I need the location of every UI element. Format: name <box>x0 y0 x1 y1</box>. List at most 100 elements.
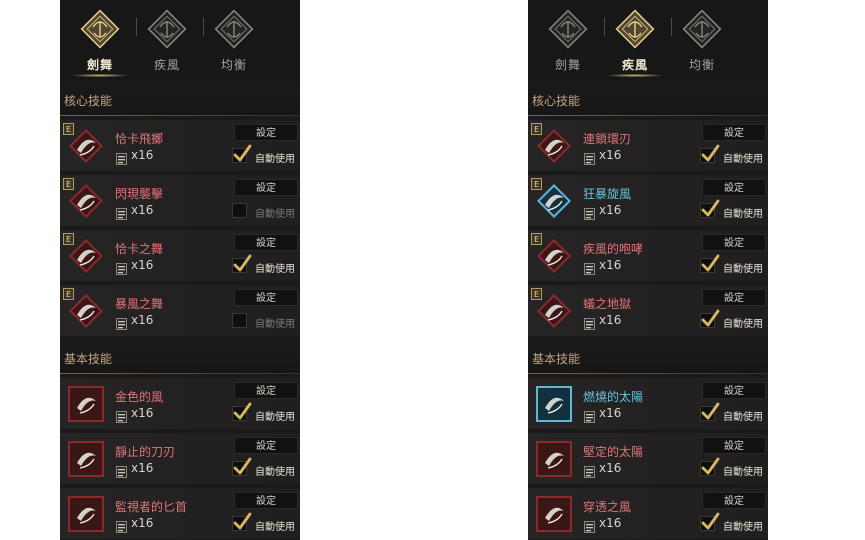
tab-gale[interactable]: 疾風 <box>137 4 197 78</box>
steadfast-sun-icon <box>534 439 574 479</box>
skill-row[interactable]: E 狂暴旋風 x16 設定 自動使用 <box>528 175 768 226</box>
count-value: x16 <box>599 313 622 327</box>
burning-sun-icon <box>534 384 574 424</box>
count-value: x16 <box>131 461 154 475</box>
auto-use-label: 自動使用 <box>255 264 295 275</box>
tab-gale[interactable]: 疾風 <box>605 4 665 78</box>
auto-use-label: 自動使用 <box>723 412 763 423</box>
skill-panel-right: 劍舞 疾風 均衡 核心技能 E 連鎖環刃 x16 設定 自動使用 E 狂暴旋風 x16 設定 自動使用 E 疾… <box>528 0 768 540</box>
auto-use-checkbox[interactable] <box>700 512 720 531</box>
scroll-icon <box>116 205 127 220</box>
scroll-icon <box>116 518 127 533</box>
auto-use-label: 自動使用 <box>255 319 295 330</box>
skill-row[interactable]: 燃燒的太陽 x16 設定 自動使用 <box>528 378 768 429</box>
settings-button[interactable]: 設定 <box>702 437 766 454</box>
auto-use-checkbox[interactable] <box>700 457 720 476</box>
settings-button[interactable]: 設定 <box>234 234 298 251</box>
settings-button[interactable]: 設定 <box>234 124 298 141</box>
scroll-icon <box>584 205 595 220</box>
tab-balance[interactable]: 均衡 <box>672 4 732 78</box>
count-value: x16 <box>131 313 154 327</box>
skill-row[interactable]: E 恰卡飛擲 x16 設定 自動使用 <box>60 120 300 171</box>
grade-badge: E <box>63 178 74 190</box>
grade-badge: E <box>63 288 74 300</box>
auto-use-checkbox[interactable] <box>700 199 720 218</box>
count-value: x16 <box>131 258 154 272</box>
auto-use-label: 自動使用 <box>255 522 295 533</box>
settings-button[interactable]: 設定 <box>702 124 766 141</box>
skill-row[interactable]: E 閃現襲擊 x16 設定 自動使用 <box>60 175 300 226</box>
count-value: x16 <box>131 406 154 420</box>
class-tab-bar: 劍舞 疾風 均衡 <box>528 0 768 82</box>
skill-row[interactable]: 監視者的匕首 x16 設定 自動使用 <box>60 488 300 539</box>
skill-row[interactable]: 堅定的太陽 x16 設定 自動使用 <box>528 433 768 484</box>
auto-use-checkbox[interactable] <box>232 313 247 328</box>
auto-use-label: 自動使用 <box>723 264 763 275</box>
basic-skills-header: 基本技能 <box>60 340 300 374</box>
tab-label: 疾風 <box>621 58 648 72</box>
grade-badge: E <box>531 178 542 190</box>
tab-sword-dance[interactable]: 劍舞 <box>70 4 130 78</box>
grade-badge: E <box>63 233 74 245</box>
settings-button[interactable]: 設定 <box>234 492 298 509</box>
auto-use-label: 自動使用 <box>723 154 763 165</box>
auto-use-checkbox[interactable] <box>232 402 252 421</box>
skill-row[interactable]: 金色的風 x16 設定 自動使用 <box>60 378 300 429</box>
tab-label: 均衡 <box>688 58 715 72</box>
class-tab-bar: 劍舞 疾風 均衡 <box>60 0 300 82</box>
tab-label: 均衡 <box>220 58 247 72</box>
skill-row[interactable]: E 連鎖環刃 x16 設定 自動使用 <box>528 120 768 171</box>
skill-name: 堅定的太陽 <box>583 445 644 459</box>
auto-use-checkbox[interactable] <box>232 457 252 476</box>
skill-panel-left: 劍舞 疾風 均衡 核心技能 E 恰卡飛擲 x16 設定 自動使用 E 閃現襲擊 x16 設定 自動使用 E 恰… <box>60 0 300 540</box>
scroll-icon <box>116 260 127 275</box>
auto-use-checkbox[interactable] <box>700 309 720 328</box>
tab-label: 劍舞 <box>554 58 581 72</box>
auto-use-checkbox[interactable] <box>232 203 247 218</box>
count-value: x16 <box>599 203 622 217</box>
golden-wind-icon <box>66 384 106 424</box>
settings-button[interactable]: 設定 <box>234 382 298 399</box>
skill-row[interactable]: E 疾風的咆哮 x16 設定自動使用 <box>528 230 768 281</box>
settings-button[interactable]: 設定 <box>234 179 298 196</box>
auto-use-checkbox[interactable] <box>232 512 252 531</box>
scroll-icon <box>116 408 127 423</box>
skill-row[interactable]: E 恰卡之舞 x16 設定 自動使用 <box>60 230 300 281</box>
auto-use-checkbox[interactable] <box>700 402 720 421</box>
skill-name: 疾風的咆哮 <box>583 242 644 256</box>
auto-use-checkbox[interactable] <box>700 144 720 163</box>
skill-row[interactable]: E 暴風之舞 x16 設定 自動使用 <box>60 285 300 336</box>
skill-row[interactable]: 穿透之風 x16 設定 自動使用 <box>528 488 768 539</box>
count-value: x16 <box>599 148 622 162</box>
auto-use-checkbox[interactable] <box>232 254 252 273</box>
count-value: x16 <box>599 258 622 272</box>
tab-balance[interactable]: 均衡 <box>204 4 264 78</box>
gale-emblem-icon <box>145 7 189 51</box>
skill-name: 閃現襲擊 <box>115 187 164 201</box>
auto-use-checkbox[interactable] <box>700 254 720 273</box>
settings-button[interactable]: 設定 <box>702 234 766 251</box>
settings-button[interactable]: 設定 <box>702 179 766 196</box>
auto-use-checkbox[interactable] <box>232 144 252 163</box>
auto-use-label: 自動使用 <box>723 467 763 478</box>
auto-use-label: 自動使用 <box>255 467 295 478</box>
settings-button[interactable]: 設定 <box>702 382 766 399</box>
auto-use-label: 自動使用 <box>723 209 763 220</box>
skill-name: 監視者的匕首 <box>115 500 188 514</box>
scroll-icon <box>584 518 595 533</box>
watcher-dagger-icon <box>66 494 106 534</box>
count-value: x16 <box>131 203 154 217</box>
skill-row[interactable]: 靜止的刀刃 x16 設定 自動使用 <box>60 433 300 484</box>
settings-button[interactable]: 設定 <box>702 289 766 306</box>
settings-button[interactable]: 設定 <box>234 289 298 306</box>
settings-button[interactable]: 設定 <box>702 492 766 509</box>
grade-badge: E <box>531 233 542 245</box>
settings-button[interactable]: 設定 <box>234 437 298 454</box>
auto-use-label: 自動使用 <box>723 319 763 330</box>
grade-badge: E <box>63 123 74 135</box>
active-tab-indicator <box>72 74 128 77</box>
skill-name: 蟻之地獄 <box>583 297 632 311</box>
tab-sword-dance[interactable]: 劍舞 <box>538 4 598 78</box>
count-value: x16 <box>599 406 622 420</box>
skill-row[interactable]: E 蟻之地獄 x16 設定 自動使用 <box>528 285 768 336</box>
